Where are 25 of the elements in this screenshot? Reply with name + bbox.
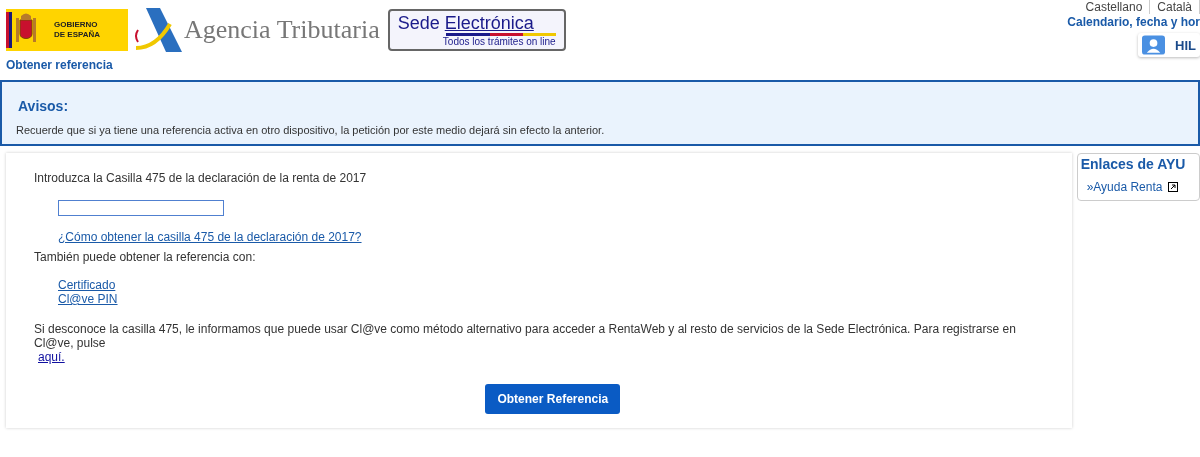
help-link[interactable]: »Ayuda Renta (1086, 180, 1163, 194)
login-method-link[interactable]: Cl@ve PIN (58, 292, 118, 306)
logo-text: DE ESPAÑA (54, 29, 101, 40)
notice-title: Avisos: (18, 98, 70, 114)
notice-text: Recuerde que si ya tiene una referencia activa en otro dispositivo, la petición por este medio dejará sin efecto la anterior. (16, 124, 606, 136)
info-text: Si desconoce la casilla 475, le informamos que puede usar Cl@ve como método alternativo para acceder a RentaWeb y al resto de servicios de la Sede Electrónica. Para registrarse en Cl@ve, pulse (34, 322, 1017, 350)
external-link-icon (1168, 182, 1179, 192)
help-title: Enlaces de AYU (1080, 156, 1187, 172)
language-link[interactable]: Castellano (1078, 0, 1151, 14)
sede-logo[interactable]: Sede Electrónica Todos los trámites on line (387, 8, 566, 51)
agency-logo-icon (132, 7, 182, 52)
logo-text: GOBIERNO (54, 19, 99, 30)
alternative-text: También puede obtener la referencia con: (34, 250, 256, 264)
calendar-link[interactable]: Calendario, fecha y hor (1067, 15, 1200, 29)
submit-button[interactable]: Obtener Referencia (485, 384, 621, 414)
help-link[interactable]: ¿Cómo obtener la casilla 475 de la declaración de 2017? (58, 230, 362, 244)
prompt-text: Introduzca la Casilla 475 de la declaración de la renta de 2017 (34, 171, 367, 185)
register-link[interactable]: aquí. (38, 350, 65, 364)
login-method-link[interactable]: Certificado (58, 278, 118, 292)
user-button[interactable]: HIL (1138, 33, 1200, 57)
user-icon (1142, 35, 1166, 55)
casilla-input[interactable] (58, 200, 224, 216)
agency-name: Agencia Tributaria (184, 14, 380, 45)
page-title: Obtener referencia (6, 58, 114, 72)
language-link[interactable]: Català (1150, 0, 1200, 14)
